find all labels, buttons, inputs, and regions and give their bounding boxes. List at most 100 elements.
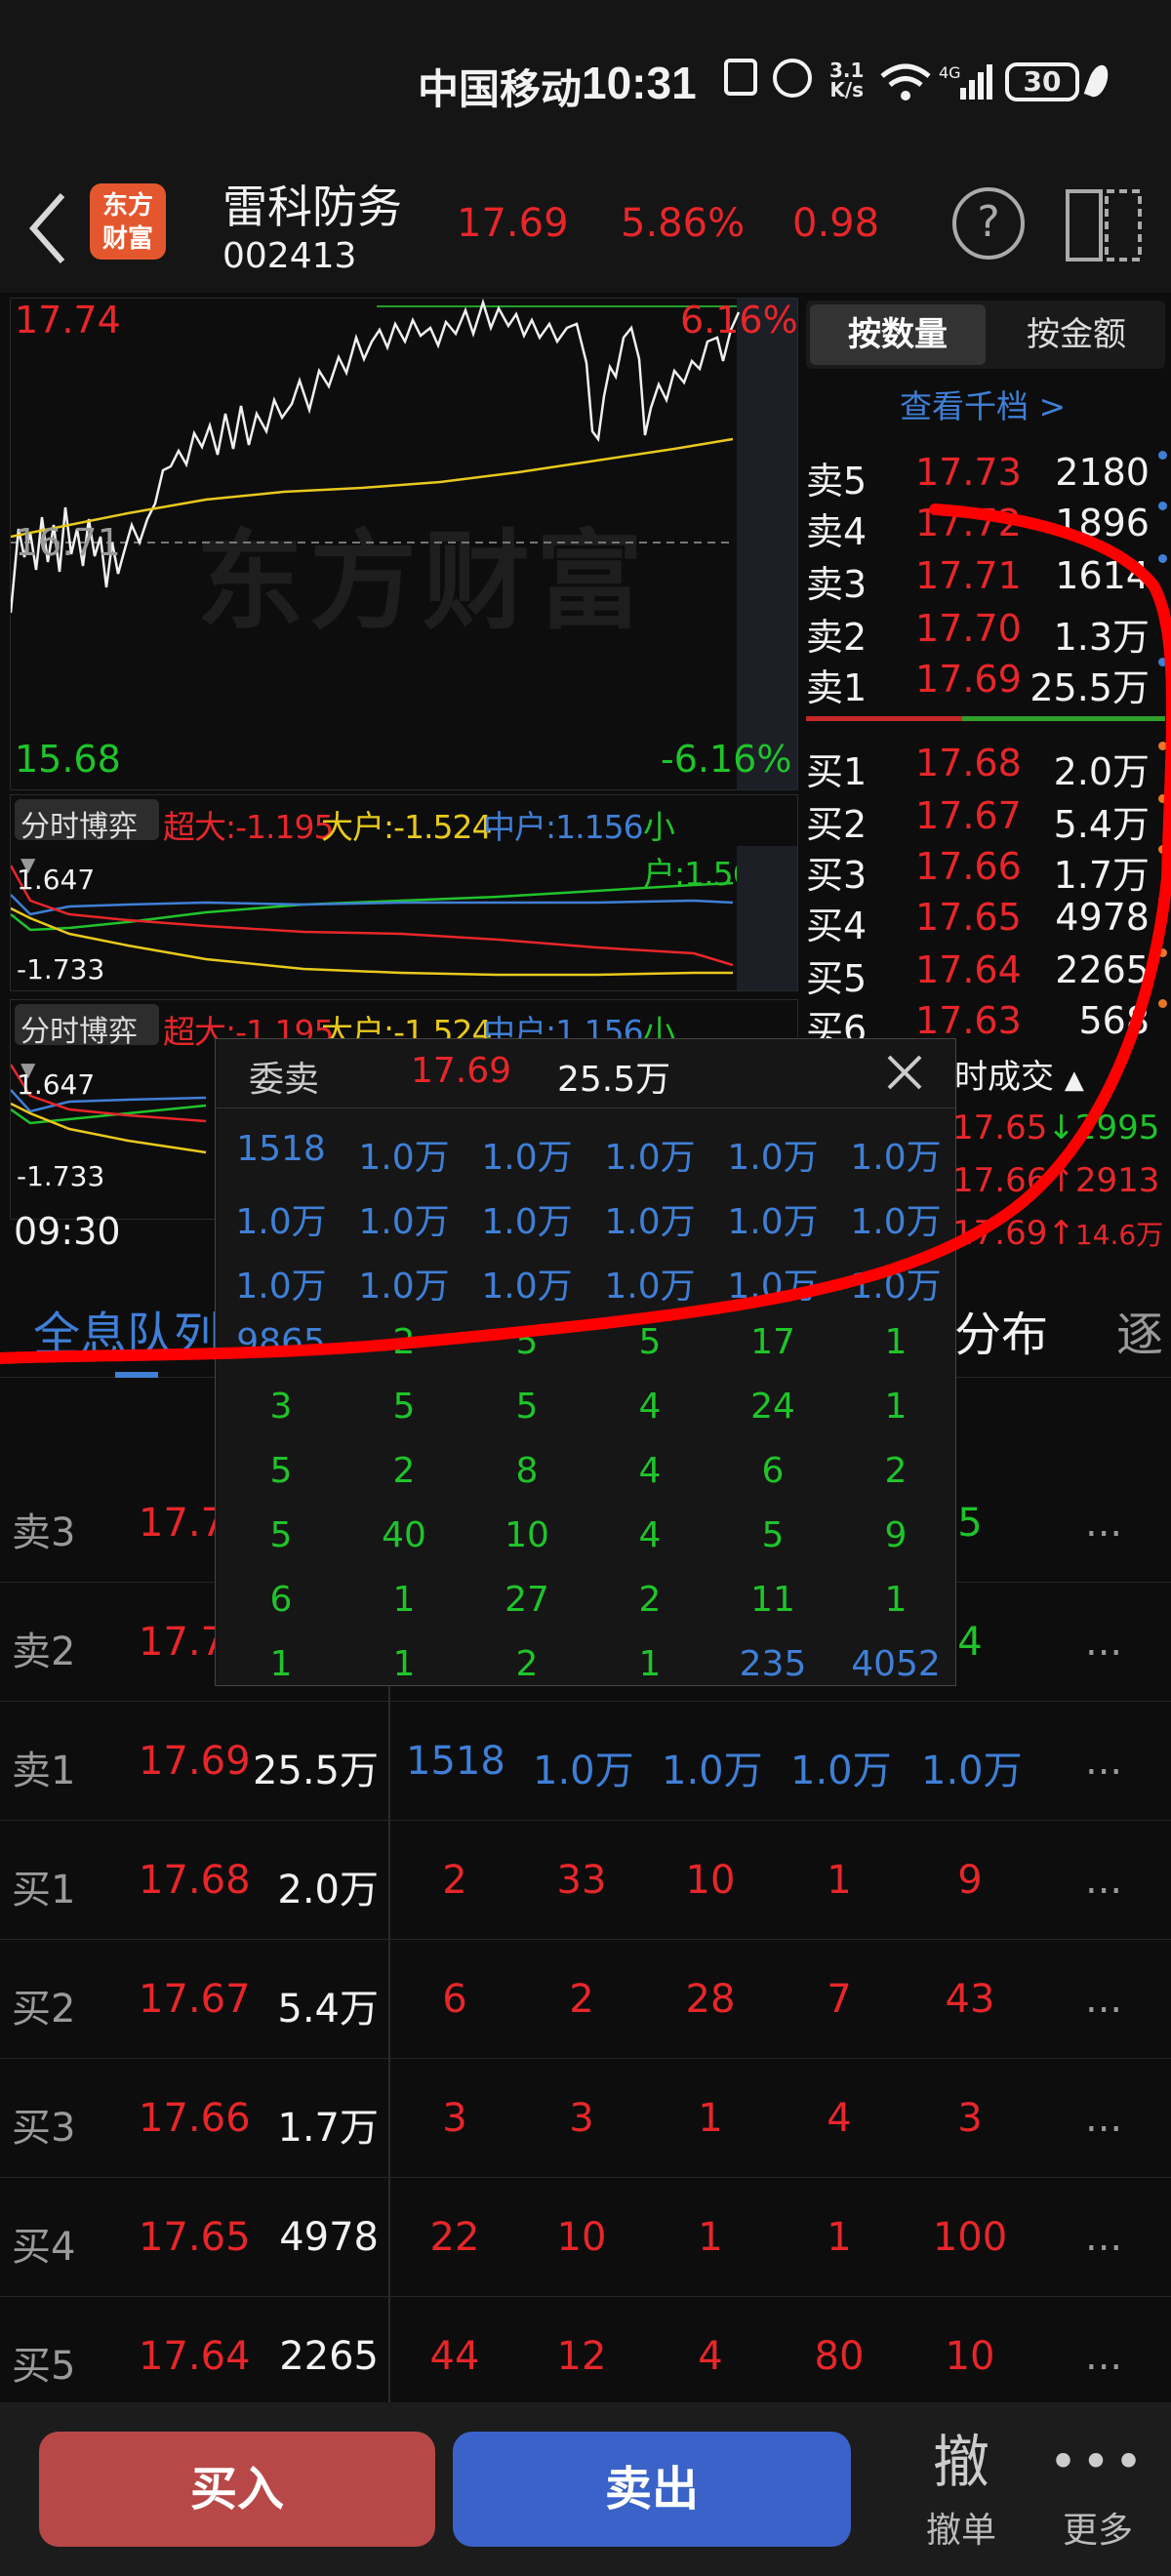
tab-distribution[interactable]: 分布 [954,1296,1048,1364]
level-volume: 1.3万 [1053,616,1150,659]
popup-order-cell: 2 [392,1451,416,1491]
queue-more-icon[interactable]: ... [1085,2096,1122,2141]
popup-order-cell: 1 [638,1644,662,1684]
popup-divider [216,1107,955,1108]
level-label: 卖1 [806,666,868,709]
svg-text:4G: 4G [939,63,961,82]
queue-order-cell: 3 [957,2096,983,2141]
popup-order-cell: 9 [884,1515,908,1555]
buy-button[interactable]: 买入 [39,2432,435,2547]
queue-order-cell: 1.0万 [533,1749,634,1793]
more-button[interactable]: ••• 更多 [1044,2428,1151,2564]
queue-level-label: 卖1 [12,1749,76,1793]
popup-order-cell: 1518 [236,1129,326,1169]
popup-order-cell: 1.0万 [727,1267,819,1307]
queue-more-icon[interactable]: ... [1085,2215,1122,2260]
level-price: 17.68 [915,742,1022,785]
level-label: 卖4 [806,510,868,553]
popup-order-cell: 2 [392,1322,416,1362]
queue-more-icon[interactable]: ... [1085,2334,1122,2379]
popup-order-cell: 1.0万 [727,1138,819,1178]
bid-level-row[interactable]: 买1 17.68 2.0万 [806,738,1167,793]
popup-order-cell: 1.0万 [481,1138,573,1178]
price-line [11,299,741,614]
cancel-order-label: 撤单 [925,2511,996,2551]
queue-order-cell: 22 [429,2215,480,2260]
trade-volume: 14.6万 [1074,1219,1164,1251]
cancel-order-button[interactable]: 撤 撤单 [908,2428,1015,2564]
ask-level-row[interactable]: 卖2 17.70 1.3万 [806,603,1167,659]
wifi-icon [880,63,931,101]
bid-level-row[interactable]: 买3 17.66 1.7万 [806,841,1167,897]
level-volume: 1.7万 [1053,854,1150,897]
queue-row[interactable]: 买3 17.66 1.7万 3 3 1 4 3... [0,2059,1171,2178]
bid-level-row[interactable]: 买4 17.65 4978 [806,892,1167,947]
queue-more-icon[interactable]: ... [1085,1739,1122,1784]
level-price: 17.63 [915,999,1022,1042]
panel-selector-label: 分时博弈 [20,810,138,844]
intraday-chart[interactable]: 东方财富 17.74 6.16% 16.71 15.68 -6.16% [10,298,798,790]
queue-level-label: 买4 [12,2225,76,2270]
battery-level: 30 [1023,65,1062,98]
queue-level-volume: 1.7万 [277,2106,379,2151]
level-price: 17.70 [915,607,1022,650]
queue-row[interactable]: 买4 17.65 4978 22 10 1 1 100... [0,2178,1171,2297]
level-dot-icon [1158,742,1167,750]
queue-row[interactable]: 买1 17.68 2.0万 2 33 10 1 9... [0,1821,1171,1940]
panel-selector[interactable]: 分时博弈 ▼ [15,799,159,876]
queue-row[interactable]: 买5 17.64 2265 44 12 4 80 10... [0,2297,1171,2416]
ask-level-row[interactable]: 卖1 17.69 25.5万 [806,654,1167,709]
tab-tick-by-tick[interactable]: 逐 [1116,1296,1163,1364]
queue-row[interactable]: 买2 17.67 5.4万 6 2 28 7 43... [0,1940,1171,2059]
queue-order-cell: 1 [698,2215,723,2260]
sell-button[interactable]: 卖出 [453,2432,851,2547]
bid-level-row[interactable]: 买2 17.67 5.4万 [806,790,1167,846]
help-icon[interactable]: ? [952,187,1025,260]
arrow-up-icon: ↑ [1047,1161,1075,1200]
tab-full-queue[interactable]: 全息队列 [33,1296,221,1364]
panel-ymin: -1.733 [17,1160,105,1192]
view-depth-link[interactable]: 查看千档 > [900,381,1066,427]
close-icon[interactable] [885,1053,924,1092]
trade-row: 17.69↑14.6万 [952,1214,1167,1263]
tab-by-quantity[interactable]: 按数量 [810,304,986,365]
bid-level-row[interactable]: 买5 17.64 2265 [806,945,1167,1000]
popup-order-cell: 1 [269,1644,293,1684]
popup-order-cell: 4052 [851,1644,941,1684]
level-label: 买5 [806,957,868,1000]
popup-order-cell: 5 [392,1387,416,1427]
level-dot-icon [1158,451,1167,460]
tab-by-amount[interactable]: 按金额 [991,304,1161,365]
queue-more-icon[interactable]: ... [1085,1501,1122,1546]
trade-volume: 2913 [1074,1161,1160,1200]
popup-order-cell: 10 [505,1515,549,1555]
queue-order-cell: 1 [827,2215,852,2260]
queue-order-cell: 44 [429,2334,480,2379]
back-arrow-icon[interactable] [25,189,68,267]
level-dot-icon [1158,999,1167,1008]
current-price: 17.69 [457,201,569,246]
ask-level-row[interactable]: 卖5 17.73 2180 [806,447,1167,503]
queue-more-icon[interactable]: ... [1085,1858,1122,1903]
trade-price: 17.65 [952,1108,1048,1147]
level-price: 17.72 [915,502,1022,544]
ask-level-row[interactable]: 卖3 17.71 1614 [806,550,1167,606]
popup-order-cell: 1.0万 [481,1202,573,1242]
queue-order-cell: 3 [442,2096,467,2141]
queue-order-cell: 1 [698,2096,723,2141]
panel-selector[interactable]: 分时博弈 ▼ [15,1004,159,1081]
popup-order-cell: 8 [515,1451,539,1491]
popup-order-cell: 1 [392,1644,416,1684]
panel-ymax: 1.647 [17,1068,96,1101]
ask-level-row[interactable]: 卖4 17.72 1896 [806,498,1167,553]
queue-order-cell: 3 [569,2096,594,2141]
queue-more-icon[interactable]: ... [1085,1977,1122,2022]
queue-row[interactable]: 卖1 17.69 25.5万 1518 1.0万 1.0万 1.0万 1.0万... [0,1702,1171,1821]
queue-more-icon[interactable]: ... [1085,1620,1122,1665]
level-price: 17.65 [915,896,1022,939]
queue-order-cell: 6 [442,1977,467,2022]
super-line [11,865,734,967]
queue-level-volume: 5.4万 [277,1987,379,2032]
split-layout-icon[interactable] [1064,185,1144,265]
active-tab-indicator [115,1372,158,1378]
